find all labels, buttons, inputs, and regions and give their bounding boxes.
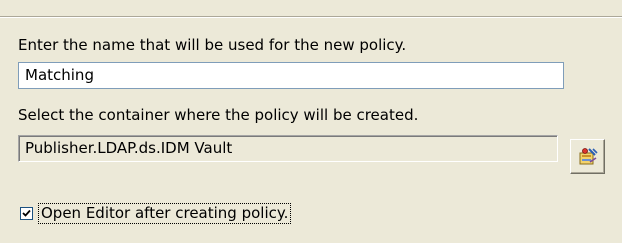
open-editor-label[interactable]: Open Editor after creating policy. (38, 203, 292, 224)
policy-name-input[interactable]: Matching (18, 62, 564, 89)
open-editor-checkbox[interactable] (20, 207, 33, 220)
top-separator (0, 16, 622, 18)
policy-name-label: Enter the name that will be used for the… (18, 36, 407, 54)
browse-container-button[interactable] (570, 139, 605, 174)
policy-container-label: Select the container where the policy wi… (18, 106, 419, 124)
container-browse-icon (579, 148, 598, 165)
policy-container-field: Publisher.LDAP.ds.IDM Vault (18, 135, 558, 162)
checkmark-icon (22, 209, 31, 217)
